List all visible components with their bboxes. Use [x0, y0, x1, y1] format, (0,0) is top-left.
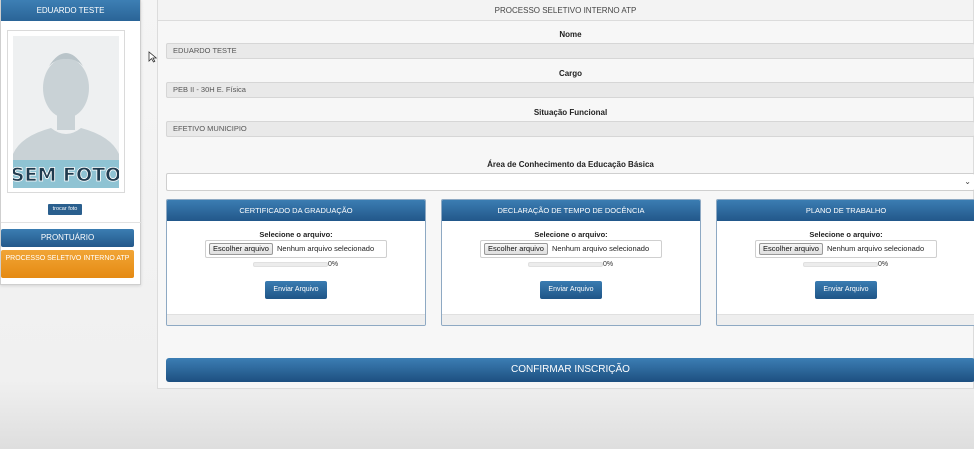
name-label: Nome — [559, 30, 582, 39]
main-panel: PROCESSO SELETIVO INTERNO ATP Nome EDUAR… — [157, 0, 974, 389]
area-select[interactable]: ⌄ — [166, 173, 974, 191]
name-field: EDUARDO TESTE — [166, 43, 974, 59]
page-title: PROCESSO SELETIVO INTERNO ATP — [158, 0, 973, 21]
choose-file-button[interactable]: Escolher arquivo — [209, 243, 273, 255]
card-title: CERTIFICADO DA GRADUAÇÃO — [167, 200, 425, 221]
send-file-button[interactable]: Enviar Arquivo — [540, 281, 602, 299]
send-file-button[interactable]: Enviar Arquivo — [265, 281, 327, 299]
upload-card-plano: PLANO DE TRABALHO Selecione o arquivo: E… — [716, 199, 974, 326]
card-footer — [167, 314, 425, 325]
avatar-placeholder-icon: SEM FOTO — [13, 36, 119, 188]
file-input[interactable]: Escolher arquivo Nenhum arquivo selecion… — [480, 240, 662, 258]
card-footer — [717, 314, 974, 325]
situacao-label: Situação Funcional — [533, 108, 608, 117]
photo-placeholder-text: SEM FOTO — [13, 164, 119, 186]
card-footer — [442, 314, 700, 325]
file-status: Nenhum arquivo selecionado — [277, 244, 375, 253]
choose-file-button[interactable]: Escolher arquivo — [484, 243, 548, 255]
upload-progress-bar — [803, 262, 878, 267]
cargo-label: Cargo — [558, 69, 583, 78]
upload-card-certificado: CERTIFICADO DA GRADUAÇÃO Selecione o arq… — [166, 199, 426, 326]
file-input[interactable]: Escolher arquivo Nenhum arquivo selecion… — [205, 240, 387, 258]
sidebar: EDUARDO TESTE SEM FOTO trocar foto PRONT… — [0, 0, 142, 285]
select-file-label: Selecione o arquivo: — [259, 230, 333, 239]
send-file-button[interactable]: Enviar Arquivo — [815, 281, 877, 299]
area-label: Área de Conhecimento da Educação Básica — [487, 160, 654, 169]
sidebar-item-prontuario[interactable]: PRONTUÁRIO — [1, 229, 134, 247]
file-status: Nenhum arquivo selecionado — [552, 244, 650, 253]
upload-card-declaracao: DECLARAÇÃO DE TEMPO DE DOCÊNCIA Selecion… — [441, 199, 701, 326]
chevron-down-icon: ⌄ — [964, 177, 971, 186]
upload-progress-text: 0% — [878, 261, 889, 268]
upload-progress-bar — [528, 262, 603, 267]
sidebar-divider — [1, 222, 142, 223]
change-photo-button[interactable]: trocar foto — [48, 204, 82, 215]
profile-photo: SEM FOTO — [7, 30, 125, 193]
cargo-field: PEB II - 30H E. Física — [166, 82, 974, 98]
card-title: PLANO DE TRABALHO — [717, 200, 974, 221]
sidebar-item-processo-seletivo[interactable]: PROCESSO SELETIVO INTERNO ATP — [1, 250, 134, 278]
upload-progress-text: 0% — [603, 261, 614, 268]
upload-progress-bar — [253, 262, 328, 267]
file-input[interactable]: Escolher arquivo Nenhum arquivo selecion… — [755, 240, 937, 258]
select-file-label: Selecione o arquivo: — [809, 230, 883, 239]
confirm-registration-button[interactable]: CONFIRMAR INSCRIÇÃO — [166, 358, 974, 382]
sidebar-user-name: EDUARDO TESTE — [1, 0, 140, 21]
card-title: DECLARAÇÃO DE TEMPO DE DOCÊNCIA — [442, 200, 700, 221]
choose-file-button[interactable]: Escolher arquivo — [759, 243, 823, 255]
file-status: Nenhum arquivo selecionado — [827, 244, 925, 253]
select-file-label: Selecione o arquivo: — [534, 230, 608, 239]
upload-progress-text: 0% — [328, 261, 339, 268]
situacao-field: EFETIVO MUNICIPIO — [166, 121, 974, 137]
